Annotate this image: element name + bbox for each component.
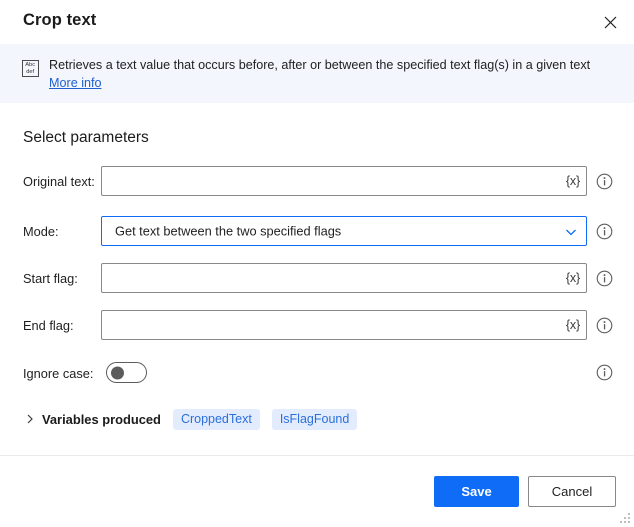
original-text-label: Original text:	[23, 174, 95, 189]
mode-dropdown[interactable]: Get text between the two specified flags	[101, 216, 587, 246]
variable-picker-icon[interactable]: {x}	[566, 318, 580, 332]
info-icon[interactable]	[596, 173, 613, 190]
select-parameters-heading: Select parameters	[23, 129, 149, 147]
variables-produced-label[interactable]: Variables produced	[42, 412, 161, 427]
variable-picker-icon[interactable]: {x}	[566, 271, 580, 285]
crop-text-dialog: Crop text Abc def Retrieves a text value…	[0, 0, 634, 527]
cancel-button[interactable]: Cancel	[528, 476, 616, 507]
ignore-case-label: Ignore case:	[23, 366, 93, 381]
close-button[interactable]	[594, 7, 626, 37]
info-icon[interactable]	[596, 364, 613, 381]
start-flag-label: Start flag:	[23, 271, 78, 286]
abc-icon-top-text: Abc	[26, 62, 36, 68]
close-icon	[604, 16, 617, 29]
original-text-field[interactable]: {x}	[101, 166, 587, 196]
resize-grip[interactable]	[619, 512, 631, 524]
info-icon[interactable]	[596, 270, 613, 287]
footer-separator	[0, 455, 634, 456]
info-banner: Abc def Retrieves a text value that occu…	[0, 44, 634, 103]
page-title: Crop text	[23, 11, 96, 30]
abc-icon-bottom-text: def	[27, 69, 35, 75]
variables-produced-section: Variables produced CroppedText IsFlagFou…	[23, 409, 357, 429]
mode-label: Mode:	[23, 224, 59, 239]
banner-description: Retrieves a text value that occurs befor…	[49, 57, 590, 74]
info-icon[interactable]	[596, 317, 613, 334]
start-flag-field[interactable]: {x}	[101, 263, 587, 293]
abc-text-icon: Abc def	[22, 60, 40, 78]
chevron-right-icon[interactable]	[23, 412, 37, 426]
end-flag-label: End flag:	[23, 318, 74, 333]
save-button[interactable]: Save	[434, 476, 519, 507]
end-flag-field[interactable]: {x}	[101, 310, 587, 340]
original-text-input[interactable]	[111, 167, 552, 195]
ignore-case-toggle[interactable]	[106, 362, 147, 383]
more-info-link[interactable]: More info	[49, 75, 102, 92]
end-flag-input[interactable]	[111, 311, 552, 339]
info-icon[interactable]	[596, 223, 613, 240]
start-flag-input[interactable]	[111, 264, 552, 292]
dialog-titlebar: Crop text	[0, 0, 634, 44]
variable-pill-cropped-text[interactable]: CroppedText	[173, 409, 260, 430]
chevron-down-icon[interactable]	[565, 225, 577, 237]
variable-picker-icon[interactable]: {x}	[566, 174, 580, 188]
toggle-knob	[111, 366, 124, 379]
variable-pill-is-flag-found[interactable]: IsFlagFound	[272, 409, 357, 430]
mode-selected-value: Get text between the two specified flags	[115, 224, 341, 239]
